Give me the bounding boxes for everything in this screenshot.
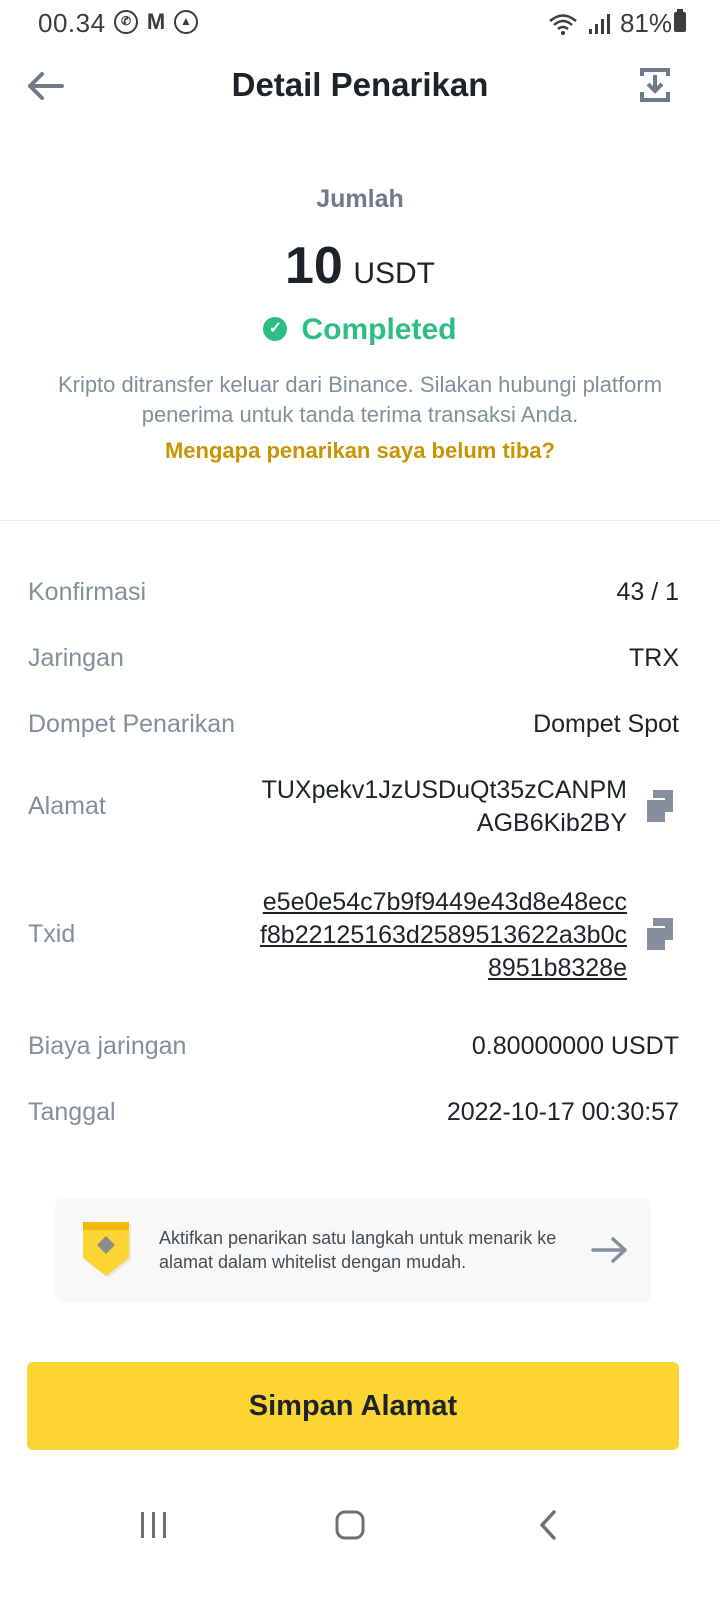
- detail-address: Alamat TUXpekv1JzUSDuQt35zCANPM AGB6Kib2…: [28, 774, 679, 844]
- save-address-button[interactable]: Simpan Alamat: [27, 1362, 679, 1450]
- download-icon: [640, 68, 670, 102]
- date-value: 2022-10-17 00:30:57: [446, 1098, 679, 1126]
- copy-address-icon[interactable]: [645, 790, 673, 822]
- txid-line-2: f8b22125163d2589513622a3b0c: [259, 921, 627, 949]
- txid-link[interactable]: e5e0e54c7b9f9449e43d8e48ecc f8b22125163d…: [260, 886, 627, 985]
- status-text: Completed: [301, 313, 457, 346]
- recent-apps-icon[interactable]: [138, 1508, 170, 1542]
- status-badge: ✓ Completed: [0, 313, 720, 347]
- nav-back-icon[interactable]: [534, 1508, 564, 1542]
- withdrawal-help-link[interactable]: Mengapa penarikan saya belum tiba?: [0, 438, 720, 464]
- app-icon: ▲: [174, 10, 198, 34]
- status-description: Kripto ditransfer keluar dari Binance. S…: [57, 372, 663, 427]
- banner-text: Aktifkan penarikan satu langkah untuk me…: [159, 1228, 557, 1272]
- address-label: Alamat: [28, 792, 106, 820]
- txid-line-3: 8951b8328e: [487, 954, 627, 982]
- txid-label: Txid: [28, 920, 76, 948]
- amount-label: Jumlah: [316, 185, 404, 213]
- wifi-icon: [549, 13, 577, 35]
- check-circle-icon: ✓: [263, 317, 288, 341]
- amount-unit: USDT: [353, 257, 435, 290]
- txid-line-1: e5e0e54c7b9f9449e43d8e48ecc: [262, 888, 627, 916]
- battery-percent: 81%: [619, 8, 672, 38]
- wallet-label: Dompet Penarikan: [28, 710, 236, 738]
- battery-icon: [674, 9, 686, 32]
- date-label: Tanggal: [28, 1098, 116, 1126]
- network-label: Jaringan: [28, 644, 124, 672]
- system-nav-bar: [0, 1490, 720, 1560]
- shield-icon: [83, 1222, 131, 1278]
- confirmation-value: 43 / 1: [616, 578, 679, 606]
- detail-fee: Biaya jaringan 0.80000000 USDT: [28, 1032, 679, 1066]
- status-right: 81%: [548, 8, 672, 39]
- detail-date: Tanggal 2022-10-17 00:30:57: [28, 1098, 679, 1132]
- divider: [0, 520, 720, 521]
- fee-label: Biaya jaringan: [28, 1032, 187, 1060]
- gmail-icon: M: [146, 9, 166, 34]
- address-line-2: AGB6Kib2BY: [476, 809, 627, 837]
- amount-value: 10: [285, 237, 343, 295]
- notification-icons: ✆ M ▲: [114, 10, 198, 34]
- network-value: TRX: [629, 644, 679, 672]
- detail-network: Jaringan TRX: [28, 644, 679, 678]
- detail-wallet: Dompet Penarikan Dompet Spot: [28, 710, 679, 744]
- detail-confirmation: Konfirmasi 43 / 1: [28, 578, 679, 612]
- one-step-withdrawal-banner[interactable]: Aktifkan penarikan satu langkah untuk me…: [55, 1198, 651, 1302]
- app-header: Detail Penarikan: [0, 50, 720, 124]
- status-time: 00.34: [38, 8, 106, 38]
- copy-txid-icon[interactable]: [645, 918, 673, 950]
- wallet-value: Dompet Spot: [533, 710, 679, 738]
- amount-display: 10 USDT: [0, 236, 720, 296]
- page-title: Detail Penarikan: [231, 66, 489, 103]
- download-button[interactable]: [638, 66, 672, 104]
- whatsapp-icon: ✆: [114, 10, 138, 34]
- address-line-1: TUXpekv1JzUSDuQt35zCANPM: [261, 776, 627, 804]
- address-value: TUXpekv1JzUSDuQt35zCANPM AGB6Kib2BY: [262, 774, 627, 840]
- status-bar: 00.34 ✆ M ▲ 81%: [0, 0, 720, 44]
- signal-icon: [588, 13, 610, 34]
- fee-value: 0.80000000 USDT: [471, 1032, 679, 1060]
- confirmation-label: Konfirmasi: [28, 578, 147, 606]
- home-icon[interactable]: [334, 1508, 366, 1542]
- detail-txid: Txid e5e0e54c7b9f9449e43d8e48ecc f8b2212…: [28, 886, 679, 988]
- arrow-right-icon: [591, 1237, 627, 1263]
